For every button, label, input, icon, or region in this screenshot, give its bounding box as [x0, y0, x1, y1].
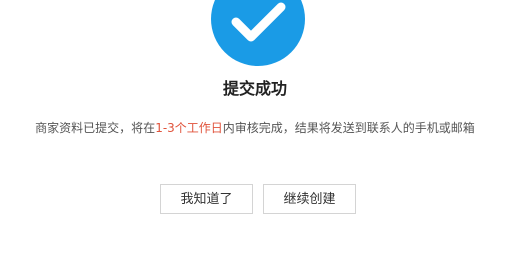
continue-create-button[interactable]: 继续创建 [263, 184, 356, 214]
check-circle-icon [211, 0, 305, 66]
acknowledge-button[interactable]: 我知道了 [160, 184, 253, 214]
success-message: 商家资料已提交，将在1-3个工作日内审核完成，结果将发送到联系人的手机或邮箱 [0, 119, 510, 137]
checkmark-icon [231, 2, 286, 42]
message-highlight-duration: 1-3个工作日 [155, 121, 223, 135]
submit-success-page: 提交成功 商家资料已提交，将在1-3个工作日内审核完成，结果将发送到联系人的手机… [0, 0, 510, 263]
message-suffix: 内审核完成，结果将发送到联系人的手机或邮箱 [222, 121, 475, 135]
success-title: 提交成功 [222, 79, 287, 98]
message-prefix: 商家资料已提交，将在 [35, 121, 156, 135]
